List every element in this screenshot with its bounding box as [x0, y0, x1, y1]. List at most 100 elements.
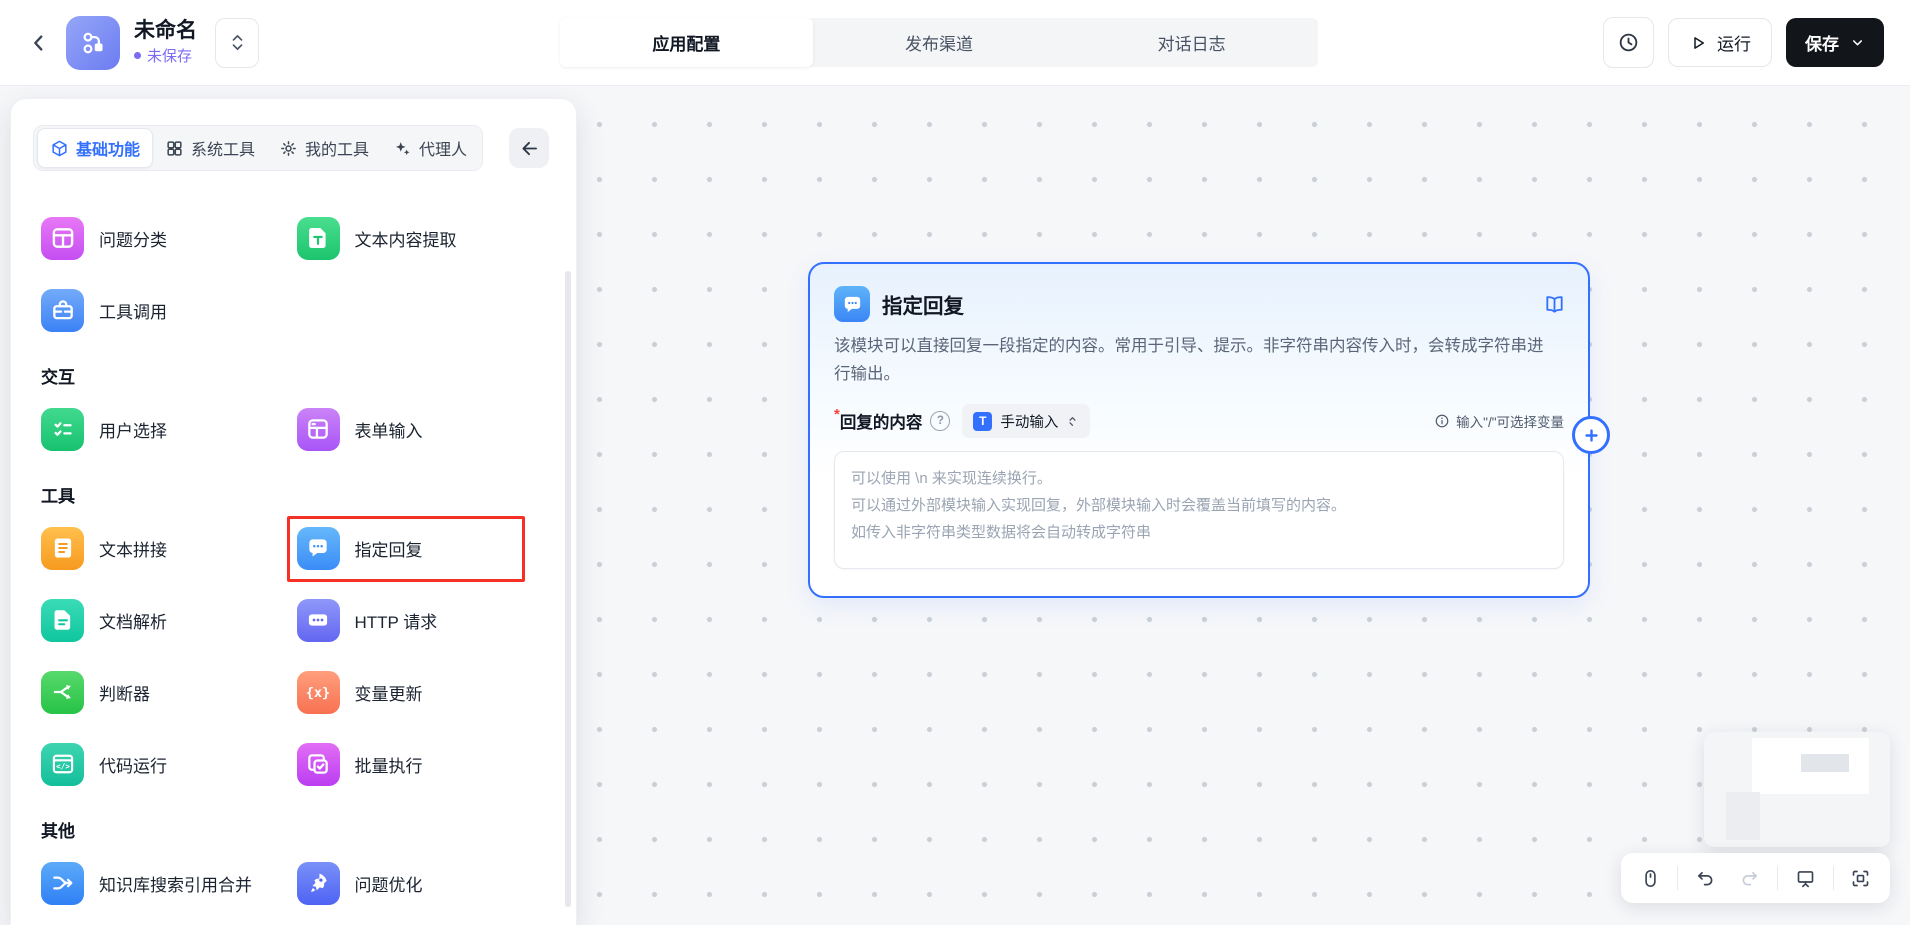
doc-parse-icon	[41, 598, 84, 642]
palette-item[interactable]: 指定回复	[286, 516, 549, 582]
palette-item[interactable]: 批量执行	[296, 739, 549, 789]
palette-grid: 用户选择 表单输入	[41, 404, 548, 454]
palette-item[interactable]: 文本内容提取	[296, 213, 549, 263]
text-extract-icon	[296, 216, 340, 260]
play-icon	[1694, 36, 1704, 49]
palette-item[interactable]: 问题优化	[296, 858, 549, 908]
header-tab-bar: 应用配置 发布渠道 对话日志	[560, 18, 1318, 67]
palette-tab-my-tools[interactable]: 我的工具	[267, 129, 381, 167]
fit-view-button[interactable]	[1845, 862, 1877, 894]
toolbar-divider	[1677, 866, 1679, 890]
palette-section-label: 其他	[41, 822, 75, 841]
node-title: 指定回复	[882, 295, 964, 318]
save-button[interactable]: 保存	[1786, 18, 1884, 67]
palette-body: 问题分类 文本内容提取 工具调用 交互 用户选择 表单输入 工具 文本拼接 指定回复 文档解析 HT…	[11, 171, 576, 925]
palette-item[interactable]: 知识库搜索引用合并	[41, 858, 293, 908]
palette-item-label: 表单输入	[354, 421, 423, 441]
chat-icon	[834, 286, 870, 322]
palette-item-label: 批量执行	[354, 756, 423, 776]
redo-button[interactable]	[1733, 862, 1765, 894]
minimap[interactable]	[1704, 732, 1890, 847]
question-optimize-icon	[296, 861, 340, 905]
tab-label: 发布渠道	[905, 35, 973, 54]
palette-tab-label: 我的工具	[305, 142, 370, 159]
variable-hint-text: 输入"/"可选择变量	[1456, 415, 1564, 431]
tab-app-config[interactable]: 应用配置	[560, 18, 813, 67]
palette-tab-label: 系统工具	[191, 142, 256, 159]
palette-item[interactable]: 问题分类	[41, 213, 293, 263]
collapse-panel-button[interactable]	[509, 128, 549, 168]
input-mode-select[interactable]: T 手动输入	[962, 404, 1091, 439]
palette-item[interactable]: {x} 变量更新	[296, 667, 549, 717]
toolbar-divider	[1776, 866, 1778, 890]
tab-chat-logs[interactable]: 对话日志	[1065, 18, 1318, 67]
palette-section-label: 工具	[41, 487, 75, 506]
palette-item[interactable]: 用户选择	[41, 404, 293, 454]
back-button[interactable]	[26, 28, 52, 58]
run-label: 运行	[1717, 35, 1751, 54]
question-circle-icon[interactable]: ?	[930, 411, 951, 432]
palette-item-label: 工具调用	[99, 302, 167, 322]
batch-run-icon	[296, 742, 340, 786]
mouse-mode-button[interactable]	[1634, 862, 1666, 894]
chevron-down-icon	[1853, 40, 1862, 46]
form-input-icon	[296, 407, 340, 451]
node-header: 指定回复	[810, 264, 1588, 322]
code-run-icon: </>	[41, 742, 84, 786]
tab-label: 对话日志	[1157, 35, 1226, 54]
presentation-button[interactable]	[1789, 862, 1821, 894]
palette-item-label: 代码运行	[99, 756, 167, 776]
scrollbar[interactable]	[565, 271, 571, 907]
history-button[interactable]	[1603, 17, 1654, 68]
tab-publish-channels[interactable]: 发布渠道	[813, 18, 1066, 67]
reply-icon	[296, 526, 340, 570]
palette-item-label: 问题分类	[99, 230, 167, 250]
palette-tab-label: 代理人	[419, 142, 468, 159]
palette-item[interactable]: 文档解析	[41, 595, 293, 645]
palette-item[interactable]: 工具调用	[41, 285, 293, 335]
top-bar: 未命名 未保存 应用配置 发布渠道 对话日志 运行 保存	[0, 0, 1910, 86]
palette-item-label: 文本内容提取	[354, 230, 457, 250]
undo-button[interactable]	[1690, 862, 1722, 894]
text-concat-icon	[41, 526, 84, 570]
palette-grid: 问题分类 文本内容提取工具调用	[41, 213, 548, 335]
mouse-icon	[1644, 869, 1656, 887]
clock-icon	[1619, 33, 1638, 52]
classify-icon	[41, 216, 84, 260]
node-reply-card[interactable]: 指定回复 该模块可以直接回复一段指定的内容。常用于引导、提示。非字符串内容传入时…	[808, 262, 1610, 598]
palette-item-label: HTTP 请求	[354, 612, 438, 632]
plus-circle-icon[interactable]	[1572, 416, 1610, 454]
field-label-row: * 回复的内容 ? T 手动输入 输入"/"可选择变量	[834, 404, 1564, 439]
palette-tab-basic[interactable]: 基础功能	[37, 128, 154, 168]
palette-item[interactable]: 表单输入	[296, 404, 549, 454]
palette-item[interactable]: 文本拼接	[41, 523, 293, 573]
header-actions: 运行 保存	[1603, 17, 1884, 68]
app-title: 未命名	[134, 18, 197, 42]
palette-item[interactable]: </> 代码运行	[41, 739, 293, 789]
reply-content-textarea[interactable]	[834, 451, 1564, 570]
tab-label: 应用配置	[652, 35, 721, 54]
toolbox-icon	[41, 288, 84, 332]
chevron-down-icon	[232, 44, 242, 50]
gear-icon	[281, 140, 296, 156]
palette-item-label: 指定回复	[354, 540, 423, 560]
version-selector-button[interactable]	[215, 17, 259, 68]
info-circle-icon	[1435, 414, 1449, 428]
presentation-icon	[1797, 870, 1813, 887]
palette-item[interactable]: HTTP 请求	[296, 595, 549, 645]
palette-tab-bar: 基础功能 系统工具 我的工具 代理人	[33, 125, 484, 171]
palette-item-label: 问题优化	[354, 875, 423, 895]
svg-text:</>: </>	[56, 762, 70, 771]
variable-hint: 输入"/"可选择变量	[1434, 411, 1564, 431]
book-icon[interactable]	[1543, 293, 1566, 316]
title-block: 未命名 未保存	[134, 19, 197, 66]
minimap-node-rect	[1801, 754, 1849, 772]
run-button[interactable]: 运行	[1668, 18, 1772, 67]
palette-item[interactable]: 判断器	[41, 667, 293, 717]
user-select-icon	[41, 407, 84, 451]
palette-tab-system-tools[interactable]: 系统工具	[153, 129, 267, 167]
cube-icon	[52, 140, 67, 156]
palette-tab-agents[interactable]: 代理人	[381, 129, 479, 167]
undo-icon	[1698, 871, 1713, 885]
save-status: 未保存	[134, 45, 197, 66]
